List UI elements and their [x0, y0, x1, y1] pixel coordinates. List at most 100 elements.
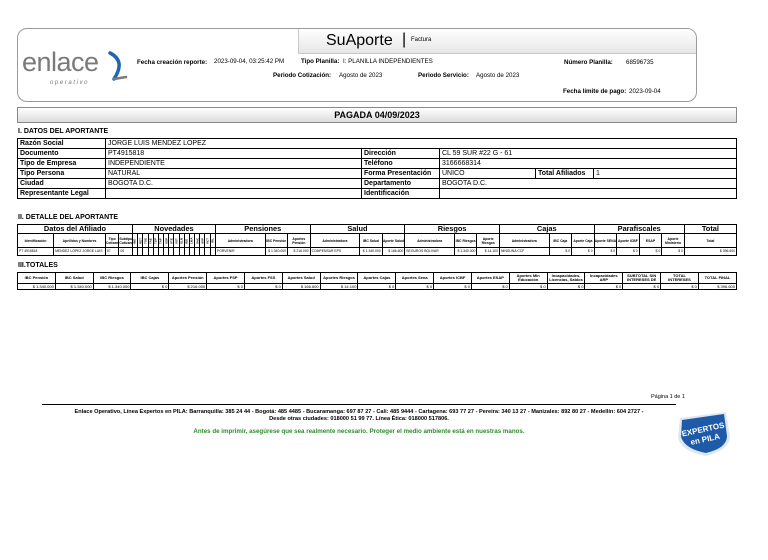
col-novedad-vac: VAC [194, 233, 200, 248]
enlace-logo: enlace operativo [22, 47, 134, 93]
group-total: Total [683, 224, 738, 234]
identificacion-label: Identificación [361, 188, 440, 199]
cell-sal-adm: COMPENSAR EPS [309, 247, 361, 256]
cell-caj-ap: $ 0 [571, 247, 595, 256]
total-value-9: $ 0 [357, 283, 397, 290]
footer-contact-line1: Enlace Operativo, Línea Expertos en PILA… [74, 409, 644, 415]
fecha-creacion-value: 2023-09-04, 03:25:42 PM [214, 58, 285, 65]
total-value-6: $ 0 [243, 283, 283, 290]
cell-pen-adm: PORVENIR [214, 247, 266, 256]
expertos-en-pila-badge-icon: EXPERTOS en PILA [678, 412, 730, 456]
total-header-13: Aportes Min Educación [508, 272, 548, 284]
page-title: SuAporte [326, 32, 393, 49]
forma-presentacion-value: ÚNICO [439, 168, 536, 179]
col-aporte-ministerio: Aporte Ministerio [661, 233, 685, 248]
fecha-creacion-label: Fecha creación reporte: [137, 59, 208, 66]
total-value-12: $ 0 [470, 283, 510, 290]
table-row: Razón Social JORGE LUIS MENDEZ LOPEZ [17, 138, 737, 149]
col-aportes-pension: Aportes Pensión [287, 233, 311, 248]
total-value-10: $ 0 [395, 283, 435, 290]
total-value-3: $ 0 [130, 283, 170, 290]
total-value-18: $ 396.600 [697, 283, 738, 290]
cell-caj-ibc: $ 0 [548, 247, 573, 256]
total-header-1: IBC Salud [54, 272, 94, 284]
total-value-2: $ 1.340.000 [92, 283, 132, 290]
payment-status: PAGADA 04/09/2023 [334, 110, 420, 120]
group-parafiscales: Parafiscales [593, 224, 685, 234]
total-value-17: $ 0 [660, 283, 699, 290]
group-salud: Salud [309, 224, 406, 234]
total-value-14: $ 0 [546, 283, 586, 290]
cell-min: $ 0 [661, 247, 685, 256]
column-header-row: Identificación Apellidos y Nombres Tipo … [16, 233, 738, 248]
cell-nombres: MENDEZ LOPEZ JORGE LUIS [53, 247, 106, 256]
total-header-4: Aportes Pensión [168, 272, 208, 284]
cell-total: $ 396.600 [683, 247, 738, 256]
total-value-1: $ 1.340.000 [54, 283, 94, 290]
total-value-13: $ 0 [508, 283, 548, 290]
col-aporte-salud: Aporte Salud [381, 233, 406, 248]
logo-wordmark: enlace [22, 47, 99, 77]
section-detalle-aportante-title: II. DETALLE DEL APORTANTE [18, 214, 119, 221]
razon-social-label: Razón Social [17, 138, 106, 149]
cell-rie-ap: $ 14.100 [476, 247, 500, 256]
cell-rie-ibc: $ 1.340.000 [453, 247, 478, 256]
periodo-cotizacion-label: Periodo Cotización: [273, 72, 332, 79]
cell-subtipo: 00 [118, 247, 133, 256]
cell-sal-ap: $ 166.600 [381, 247, 406, 256]
col-novedad-irl: IRL [210, 233, 216, 248]
col-subtipo-cotizante: Subtipo Cotizante [118, 233, 133, 248]
total-header-0: IBC Pensión [17, 272, 56, 284]
telefono-value: 3166668314 [439, 158, 737, 169]
section-datos-aportante-title: I. DATOS DEL APORTANTE [18, 128, 109, 135]
table-row: Tipo Persona NATURAL Forma Presentación … [17, 168, 737, 179]
page-subtitle: Factura [411, 37, 432, 43]
total-header-3: IBC Cajas [130, 272, 170, 284]
table-row: $ 1.340.000 $ 1.340.000 $ 1.340.000 $ 0 $ 21… [17, 283, 738, 290]
group-datos-afiliado: Datos del Afiliado [17, 224, 133, 234]
col-ibc-salud: IBC Salud [359, 233, 383, 248]
total-header-14: Incapacidades, Licencias, Saldos [546, 272, 586, 284]
total-value-0: $ 1.340.000 [17, 283, 56, 290]
col-ibc-caja: IBC Caja [548, 233, 573, 248]
group-riesgos: Riesgos [404, 224, 500, 234]
col-caja-administradora: Administradora [498, 233, 550, 248]
environment-note: Antes de imprimir, asegúrese que sea rea… [193, 428, 525, 435]
total-header-15: Incapacidades ARP [584, 272, 624, 284]
col-novedad-tap: TAP [158, 233, 164, 248]
total-header-12: Aportes ESAP [470, 272, 510, 284]
cell-identificacion: PT 4915818 [16, 247, 55, 256]
fecha-limite-value: 2023-09-04 [629, 88, 661, 95]
total-value-15: $ 0 [584, 283, 624, 290]
footer-contact-line2: Desde otras ciudades: 018000 51 99 77. L… [269, 416, 449, 422]
total-value-4: $ 216.000 [168, 283, 208, 290]
ciudad-value: BOGOTA D.C. [105, 178, 362, 189]
tipo-planilla-value: I: PLANILLA INDEPENDIENTES [343, 58, 433, 65]
cell-pen-ap: $ 216.000 [287, 247, 311, 256]
col-tipo-cotizante: Tipo Cotizante [104, 233, 120, 248]
col-aporte-caja: Aporte Caja [571, 233, 595, 248]
logo-tagline: operativo [50, 80, 90, 86]
footer-contact: Enlace Operativo, Línea Expertos en PILA… [42, 409, 676, 423]
group-pensiones: Pensiones [214, 224, 311, 234]
tipo-planilla-label: Tipo Planilla: [301, 58, 340, 65]
departamento-value: BOGOTA D.C. [439, 178, 737, 189]
total-header-7: Aportes Salud [281, 272, 321, 284]
periodo-cotizacion-value: Agosto de 2023 [339, 72, 383, 79]
total-header-8: Aportes Riesgos [319, 272, 359, 284]
table-row: Tipo de Empresa INDEPENDIENTE Teléfono 3… [17, 158, 737, 169]
total-header-6: Aportes FSS [243, 272, 283, 284]
table-row: Representante Legal Identificación [17, 188, 737, 199]
logo-swoosh-icon [108, 51, 128, 81]
total-afiliados-value: 1 [593, 168, 737, 179]
representante-label: Representante Legal [17, 188, 106, 199]
col-aporte-sena: Aporte SENA [593, 233, 618, 248]
col-riesgos-administradora: Administradora [404, 233, 455, 248]
col-ibc-pension: IBC Pensión [264, 233, 289, 248]
total-header-10: Aportes Sena [395, 272, 435, 284]
periodo-servicio-value: Agosto de 2023 [476, 72, 520, 79]
col-esap: ESAP [638, 233, 663, 248]
direccion-value: CL 59 SUR #22 G - 61 [439, 148, 737, 159]
cell-rie-adm: SEGUROS BOLIVAR [404, 247, 455, 256]
group-cajas: Cajas [498, 224, 595, 234]
